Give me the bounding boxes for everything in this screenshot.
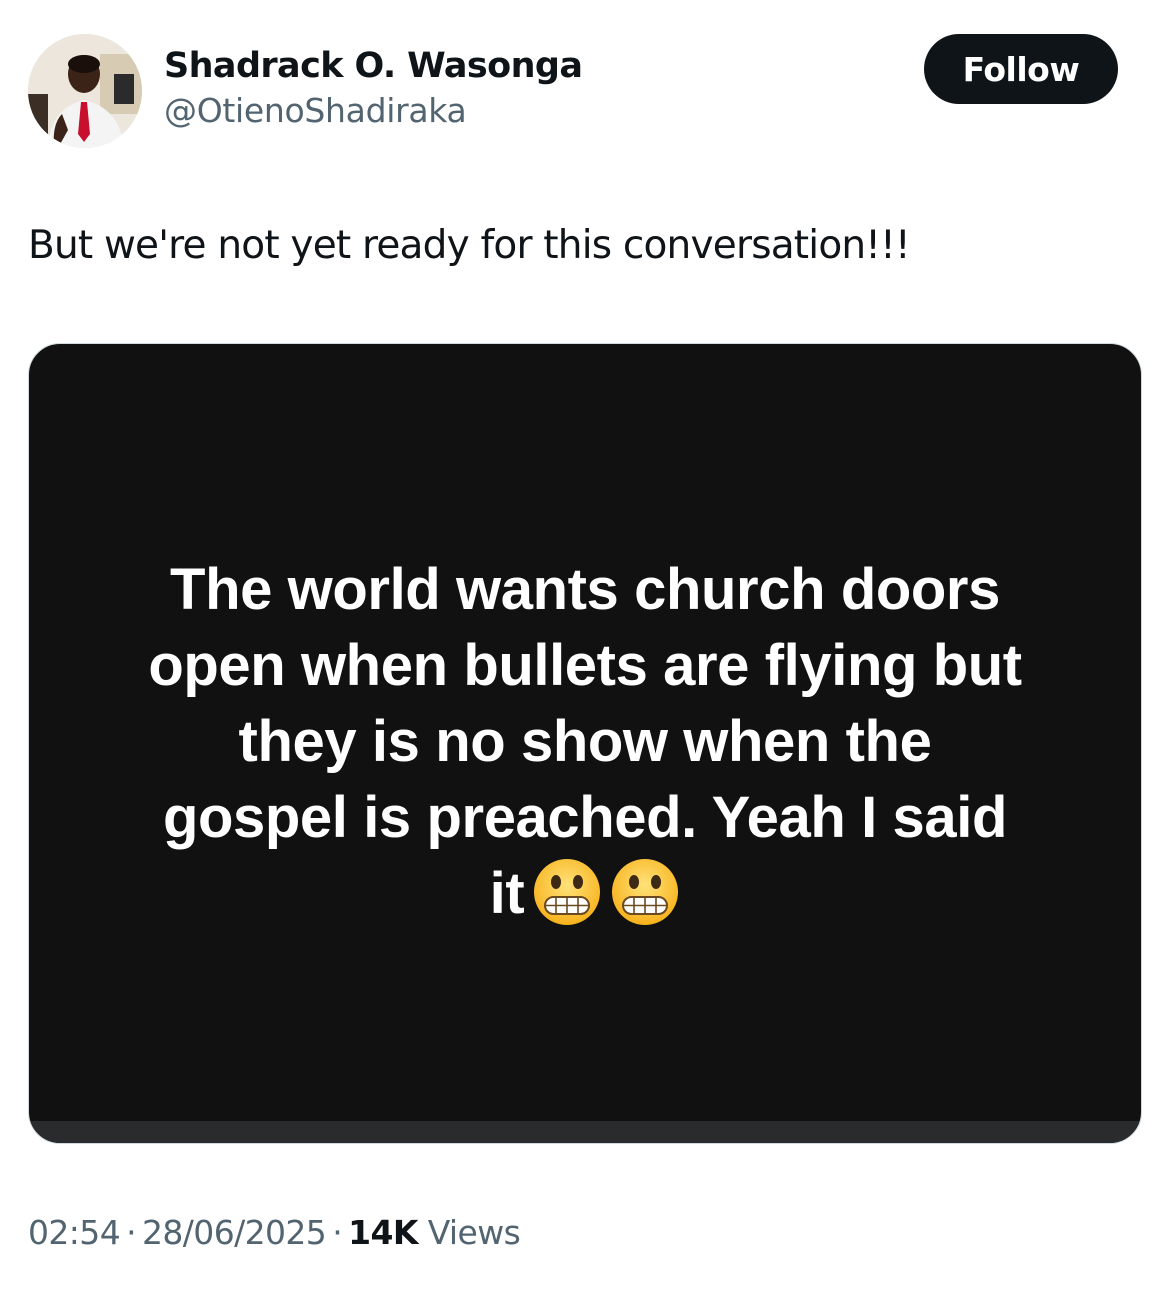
media-caption-line: gospel is preached. Yeah I said xyxy=(162,785,1007,850)
media-caption-line: open when bullets are flying but xyxy=(148,633,1022,698)
post-date[interactable]: 28/06/2025 xyxy=(142,1213,327,1252)
follow-button[interactable]: Follow xyxy=(924,34,1118,104)
meta-separator: · xyxy=(126,1213,136,1252)
avatar[interactable] xyxy=(28,34,142,148)
meta-separator: · xyxy=(332,1213,343,1252)
media-caption-line: they is no show when the xyxy=(238,709,932,774)
media-caption-line: it xyxy=(489,861,525,926)
grimacing-face-emoji-icon xyxy=(534,859,601,925)
views-count: 14K xyxy=(348,1213,418,1252)
author-names: Shadrack O. Wasonga @OtienoShadiraka xyxy=(164,44,583,134)
tweet-header: Shadrack O. Wasonga @OtienoShadiraka Fol… xyxy=(28,34,1142,150)
media-bottom-strip xyxy=(29,1121,1141,1143)
media-caption-line: The world wants church doors xyxy=(170,557,1000,622)
display-name[interactable]: Shadrack O. Wasonga xyxy=(164,44,583,88)
grimacing-face-emoji-icon xyxy=(612,859,679,925)
profile-photo-icon xyxy=(28,34,142,148)
media-caption: The world wants church doors open when b… xyxy=(89,552,1081,932)
post-time[interactable]: 02:54 xyxy=(28,1213,121,1252)
user-handle[interactable]: @OtienoShadiraka xyxy=(164,88,582,134)
media-caption-last-line: it xyxy=(89,856,1081,932)
tweet-media-image[interactable]: The world wants church doors open when b… xyxy=(28,343,1142,1144)
tweet: Shadrack O. Wasonga @OtienoShadiraka Fol… xyxy=(0,0,1170,1289)
views-label: Views xyxy=(427,1213,521,1252)
tweet-text: But we're not yet ready for this convers… xyxy=(28,223,911,268)
tweet-meta: 02:54 · 28/06/2025 · 14K Views xyxy=(28,1210,521,1256)
